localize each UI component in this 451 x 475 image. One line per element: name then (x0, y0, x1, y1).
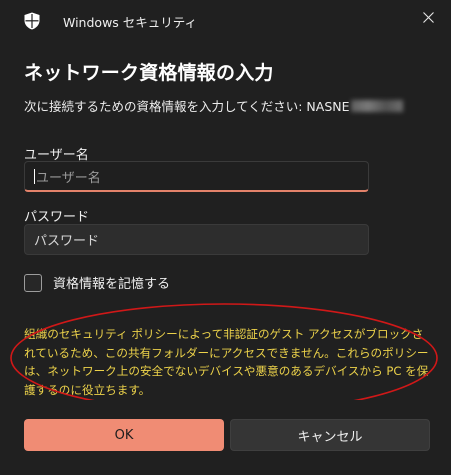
remember-checkbox[interactable] (24, 273, 42, 292)
prompt-text: 次に接続するための資格情報を入力してください: NASNE (24, 99, 350, 114)
password-placeholder: パスワード (34, 234, 100, 249)
dialog-heading: ネットワーク資格情報の入力 (24, 62, 274, 84)
connection-prompt: 次に接続するための資格情報を入力してください: NASNE (24, 96, 403, 115)
cancel-button[interactable]: キャンセル (230, 419, 430, 451)
password-field[interactable]: パスワード (24, 224, 369, 255)
shield-icon (24, 12, 40, 30)
remember-label: 資格情報を記憶する (53, 277, 171, 292)
window-title: Windows セキュリティ (63, 15, 198, 30)
ok-button[interactable]: OK (24, 419, 224, 451)
username-placeholder: ユーザー名 (36, 170, 101, 186)
close-button[interactable] (413, 6, 443, 28)
password-label: パスワード (24, 210, 90, 225)
annotation-ellipse (10, 303, 438, 413)
text-caret (34, 168, 35, 184)
username-field[interactable]: ユーザー名 (24, 161, 369, 192)
redacted-hostname (350, 100, 403, 112)
title-bar: Windows セキュリティ (0, 0, 451, 40)
remember-credentials-row[interactable]: 資格情報を記憶する (24, 273, 170, 292)
close-icon (422, 11, 434, 23)
